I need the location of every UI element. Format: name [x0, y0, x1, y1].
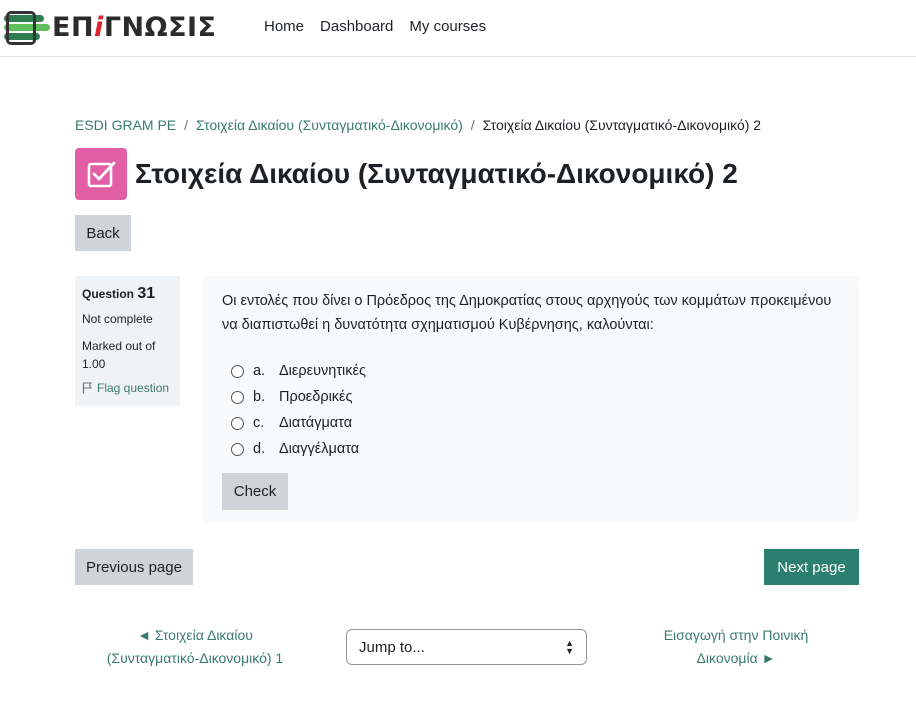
next-activity-link[interactable]: Εισαγωγή στην Ποινική Δικονομία ► [636, 624, 836, 670]
nav-dashboard-link[interactable]: Dashboard [320, 18, 393, 35]
answer-letter: b. [253, 389, 266, 405]
nav-my-courses-link[interactable]: My courses [409, 18, 486, 35]
flag-question-label: Flag question [97, 381, 170, 395]
answer-letter: d. [253, 441, 266, 457]
primary-nav: Home Dashboard My courses [264, 18, 486, 35]
question-info-panel: Question 31 Not complete Marked out of 1… [75, 276, 180, 406]
question-content: Οι εντολές που δίνει ο Πρόεδρος της Δημο… [202, 276, 859, 522]
jump-to-value: Jump to... [359, 638, 425, 656]
breadcrumb-separator: / [470, 117, 475, 133]
answer-radio[interactable] [231, 364, 244, 378]
breadcrumb: ESDI GRAM PE / Στοιχεία Δικαίου (Συνταγμ… [75, 117, 761, 133]
next-page-button[interactable]: Next page [764, 549, 859, 585]
previous-activity-link[interactable]: ◄ Στοιχεία Δικαίου (Συνταγματικό-Δικονομ… [80, 624, 310, 670]
previous-page-button[interactable]: Previous page [75, 549, 193, 585]
breadcrumb-course-link[interactable]: ESDI GRAM PE [75, 117, 176, 133]
answer-letter: c. [253, 415, 265, 431]
question-number: Question 31 [82, 285, 156, 302]
breadcrumb-current: Στοιχεία Δικαίου (Συνταγματικό-Δικονομικ… [482, 117, 762, 133]
jump-to-select[interactable]: Jump to... ▲ ▼ [346, 629, 587, 665]
top-navbar: ΕΠiΓΝΩΣΙΣ Home Dashboard My courses [0, 0, 916, 57]
breadcrumb-separator: / [184, 117, 189, 133]
question-state: Not complete [82, 312, 153, 326]
check-button[interactable]: Check [222, 473, 288, 510]
answer-letter: a. [253, 363, 266, 379]
breadcrumb-section-link[interactable]: Στοιχεία Δικαίου (Συνταγματικό-Δικονομικ… [196, 117, 463, 133]
answer-radio[interactable] [231, 442, 244, 456]
answer-list: a. Διερευνητικές b. Προεδρικές c. Διατάγ… [222, 358, 839, 462]
answer-radio[interactable] [231, 390, 244, 404]
answer-option-c[interactable]: c. Διατάγματα [222, 410, 839, 436]
logo-text: ΕΠiΓΝΩΣΙΣ [52, 12, 217, 43]
back-button[interactable]: Back [75, 215, 131, 251]
quiz-checkbox-icon [75, 148, 127, 200]
answer-text: Διερευνητικές [279, 363, 366, 379]
logo-mark-icon [4, 11, 50, 45]
question-text: Οι εντολές που δίνει ο Πρόεδρος της Δημο… [222, 293, 832, 333]
answer-text: Διαγγέλματα [279, 441, 360, 457]
answer-option-d[interactable]: d. Διαγγέλματα [222, 436, 839, 462]
flag-icon [82, 382, 92, 394]
answer-radio[interactable] [231, 416, 244, 430]
select-arrows-icon: ▲ ▼ [565, 638, 574, 656]
answer-text: Διατάγματα [279, 415, 353, 431]
question-number-value: 31 [137, 285, 156, 302]
answer-option-b[interactable]: b. Προεδρικές [222, 384, 839, 410]
page-title: Στοιχεία Δικαίου (Συνταγματικό-Δικονομικ… [135, 158, 738, 189]
question-grade: Marked out of 1.00 [82, 339, 156, 371]
nav-home-link[interactable]: Home [264, 18, 304, 35]
page-header: Στοιχεία Δικαίου (Συνταγματικό-Δικονομικ… [75, 148, 738, 200]
site-logo[interactable]: ΕΠiΓΝΩΣΙΣ [4, 10, 217, 46]
answer-option-a[interactable]: a. Διερευνητικές [222, 358, 839, 384]
flag-question-link[interactable]: Flag question [82, 381, 173, 395]
answer-text: Προεδρικές [279, 389, 353, 405]
